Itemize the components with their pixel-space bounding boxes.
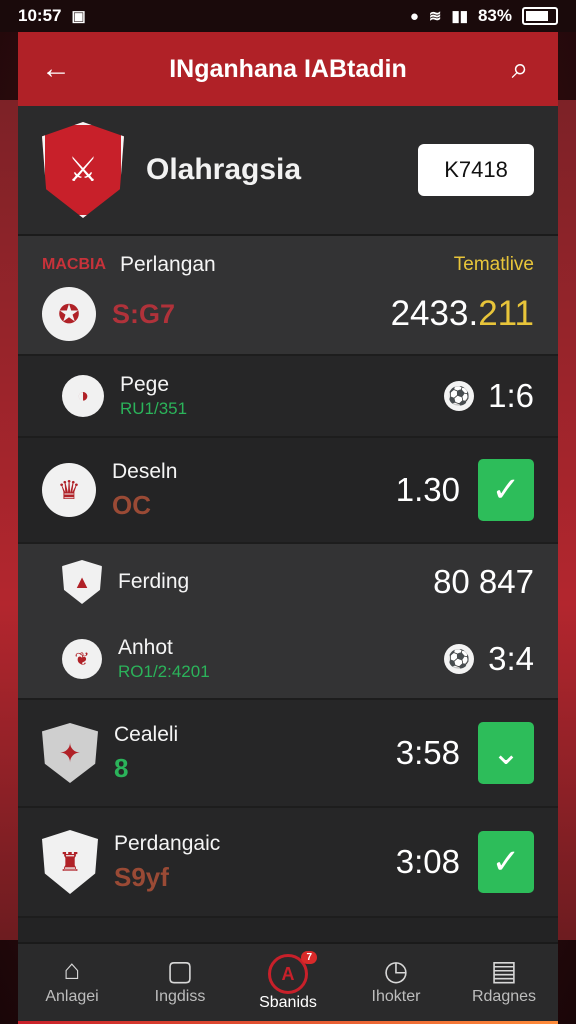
match-row[interactable]: ♜ Perdangaic S9yf 3:08 ✓ bbox=[18, 808, 558, 918]
team-logo-icon: ❦ bbox=[62, 639, 102, 679]
match-name: Pege bbox=[120, 373, 170, 396]
club-header: ⚔ Olahragsia K7418 bbox=[18, 106, 558, 236]
match-row[interactable]: ▲ Ferding 80 847 bbox=[18, 544, 558, 620]
match-row[interactable]: ◑ Pege RU1/351 ⚽ 1:6 bbox=[18, 356, 558, 438]
app-bar: ← INganhana IABtadin ⌕ bbox=[18, 32, 558, 106]
match-score: 3:4 bbox=[488, 640, 534, 677]
team-logo-icon: ◑ bbox=[62, 375, 104, 417]
check-button[interactable]: ✓ bbox=[478, 459, 534, 521]
team-logo-icon: ✦ bbox=[42, 723, 98, 783]
match-name: Cealeli bbox=[114, 722, 179, 746]
match-subtext: S:G7 bbox=[112, 298, 176, 329]
match-name: Ferding bbox=[118, 570, 190, 593]
nav-label: Ihokter bbox=[371, 988, 421, 1005]
check-button[interactable]: ✓ bbox=[478, 831, 534, 893]
ball-icon: ⚽ bbox=[444, 644, 475, 674]
check-icon: ✓ bbox=[491, 843, 521, 881]
background-stadium-left bbox=[0, 100, 18, 940]
status-time: 10:57 bbox=[18, 6, 62, 25]
match-subtext: OC bbox=[112, 489, 151, 520]
bottom-nav: ⌂ Anlagei ▢ Ingdiss A7 Sbanids ◷ Ihokter… bbox=[18, 942, 558, 1024]
ball-icon: ⚽ bbox=[444, 381, 475, 411]
nav-item-clock[interactable]: ◷ Ihokter bbox=[346, 954, 446, 1006]
match-score: 2433.211 bbox=[391, 294, 534, 334]
match-row[interactable]: ♛ Deseln OC 1.30 ✓ bbox=[18, 438, 558, 544]
match-score: 3:58 bbox=[395, 734, 460, 771]
nav-item-calendar[interactable]: ▢ Ingdiss bbox=[130, 954, 230, 1006]
news-icon: ▤ bbox=[490, 955, 518, 986]
club-crest-icon: ⚔ bbox=[42, 122, 124, 218]
club-name: Olahragsia bbox=[146, 153, 302, 186]
wifi-icon: ≋ bbox=[428, 8, 442, 25]
battery-percent: 83% bbox=[477, 6, 512, 25]
match-name: Perlangan bbox=[120, 253, 216, 276]
nav-item-home[interactable]: ⌂ Anlagei bbox=[22, 954, 122, 1006]
match-name: Perdangaic bbox=[114, 831, 221, 855]
score-white: 2433. bbox=[390, 294, 479, 333]
match-subtext: S9yf bbox=[114, 861, 169, 892]
match-row[interactable]: ❦ Anhot RO1/2:4201 ⚽ 3:4 bbox=[18, 620, 558, 700]
status-bar: 10:57 ▣ ● ≋ ▮▮ 83% bbox=[0, 0, 576, 32]
match-subtext: RO1/2:4201 bbox=[118, 662, 210, 681]
nav-label: Ingdiss bbox=[154, 988, 206, 1005]
match-subtext: 8 bbox=[114, 752, 129, 783]
score-yellow: 211 bbox=[478, 294, 534, 333]
app-title: INganhana IABtadin bbox=[169, 54, 407, 83]
battery-icon bbox=[522, 7, 558, 25]
sports-icon: A7 bbox=[268, 951, 317, 994]
back-arrow-icon[interactable]: ← bbox=[38, 51, 74, 87]
match-score: 1:6 bbox=[488, 377, 534, 414]
match-status: Tematlive bbox=[453, 254, 534, 275]
match-subtext: RU1/351 bbox=[120, 399, 188, 418]
check-icon: ✓ bbox=[491, 471, 521, 509]
team-logo-icon: ✪ bbox=[42, 287, 96, 341]
team-logo-icon: ♜ bbox=[42, 830, 98, 894]
team-logo-icon: ▲ bbox=[62, 560, 102, 604]
team-logo-icon: ♛ bbox=[42, 463, 96, 517]
nav-item-news[interactable]: ▤ Rdagnes bbox=[454, 954, 554, 1006]
search-icon[interactable]: ⌕ bbox=[502, 51, 538, 87]
notification-icon: ▣ bbox=[71, 8, 86, 25]
nav-label: Rdagnes bbox=[471, 988, 537, 1005]
match-tag: MACBIA bbox=[42, 256, 106, 273]
chevron-down-icon: ⌄ bbox=[491, 734, 521, 772]
app-screen: ← INganhana IABtadin ⌕ ⚔ Olahragsia K741… bbox=[18, 32, 558, 1024]
match-name: Deseln bbox=[112, 459, 178, 483]
match-score: 80 847 bbox=[433, 563, 534, 600]
match-name: Anhot bbox=[118, 636, 173, 659]
notification-badge: 7 bbox=[301, 951, 317, 964]
alarm-icon: ● bbox=[409, 7, 419, 25]
clock-icon: ◷ bbox=[383, 955, 409, 986]
home-icon: ⌂ bbox=[63, 954, 81, 985]
background-stadium-right bbox=[558, 100, 576, 940]
match-score: 1.30 bbox=[395, 471, 460, 508]
nav-label: Sbanids bbox=[259, 994, 317, 1011]
nav-label: Anlagei bbox=[45, 988, 99, 1005]
calendar-icon: ▢ bbox=[166, 955, 194, 986]
nav-item-sports[interactable]: A7 Sbanids bbox=[238, 951, 338, 1012]
club-code-button[interactable]: K7418 bbox=[418, 144, 534, 196]
check-button[interactable]: ⌄ bbox=[478, 722, 534, 784]
match-row[interactable]: MACBIA Perlangan Tematlive ✪ S:G7 2433.2… bbox=[18, 236, 558, 356]
match-row[interactable]: ✦ Cealeli 8 3:58 ⌄ bbox=[18, 700, 558, 808]
match-score: 3:08 bbox=[395, 843, 460, 880]
signal-icon: ▮▮ bbox=[451, 8, 468, 25]
